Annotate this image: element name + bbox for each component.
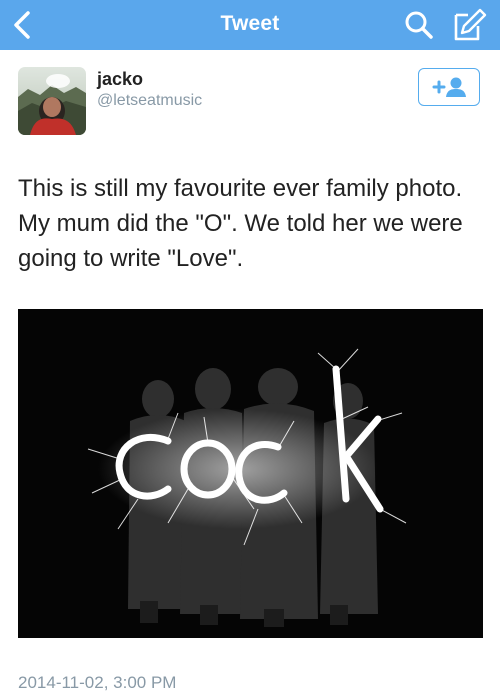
follow-button[interactable]: [418, 68, 480, 106]
compose-icon: [454, 8, 487, 41]
search-icon: [405, 11, 433, 39]
nav-bar: Tweet: [0, 0, 500, 50]
tweet-text: This is still my favourite ever family p…: [18, 175, 463, 272]
search-button[interactable]: [402, 8, 438, 42]
sparkler-photo: [18, 309, 483, 638]
compose-button[interactable]: [448, 6, 488, 44]
tweet-photo[interactable]: [18, 309, 483, 638]
display-name[interactable]: jacko: [97, 69, 143, 90]
user-handle[interactable]: @letseatmusic: [97, 92, 202, 110]
avatar[interactable]: [18, 67, 86, 135]
add-user-icon: [432, 77, 466, 97]
timestamp: 2014-11-02, 3:00 PM: [18, 673, 177, 692]
